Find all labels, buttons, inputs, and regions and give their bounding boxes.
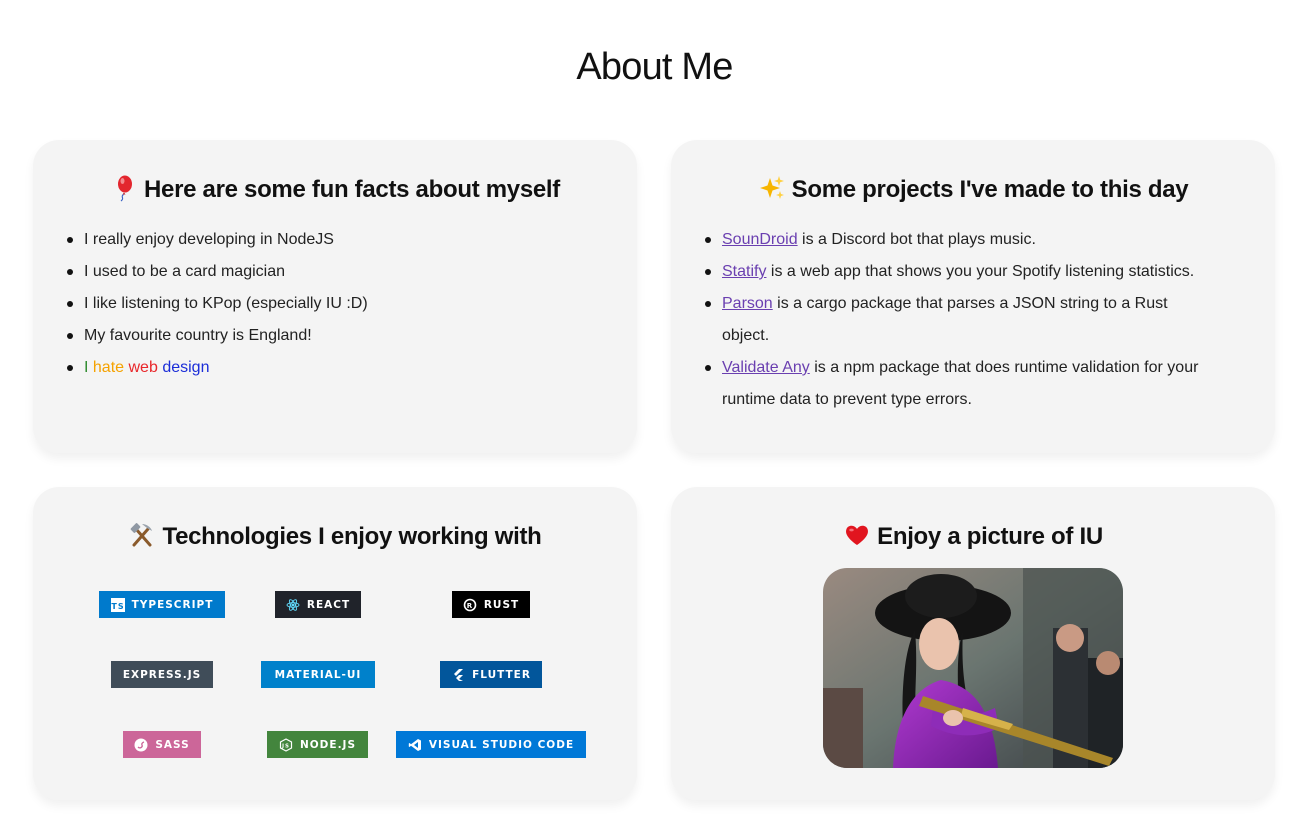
nodejs-icon: JS — [279, 737, 293, 752]
svg-text:JS: JS — [281, 743, 290, 749]
list-item: Statify is a web app that shows you your… — [705, 256, 1222, 288]
badge-label: FLUTTER — [472, 668, 531, 681]
rainbow-word: web — [128, 359, 158, 376]
svg-text:R: R — [467, 602, 473, 610]
projects-card: Some projects I've made to this day Soun… — [671, 140, 1275, 453]
badge-label: TYPESCRIPT — [131, 598, 214, 611]
badge-flutter: FLUTTER — [440, 661, 542, 688]
fun-facts-heading: Here are some fun facts about myself — [33, 174, 637, 204]
project-link-parson[interactable]: Parson — [722, 295, 773, 312]
rainbow-word: I — [84, 359, 89, 376]
badge-label: RUST — [483, 598, 520, 611]
hammer-and-pick-icon — [128, 521, 156, 549]
technologies-heading: Technologies I enjoy working with — [33, 521, 637, 551]
typescript-icon: TS — [110, 597, 125, 612]
project-description: is a web app that shows you your Spotify… — [766, 263, 1195, 280]
red-heart-icon — [843, 521, 871, 549]
picture-heading-text: Enjoy a picture of IU — [877, 523, 1103, 550]
react-icon — [286, 598, 300, 612]
list-item: SounDroid is a Discord bot that plays mu… — [705, 224, 1222, 256]
vscode-icon — [408, 738, 422, 752]
list-item: I like listening to KPop (especially IU … — [67, 288, 604, 320]
badge-label: NODE.JS — [299, 738, 357, 751]
fun-facts-heading-text: Here are some fun facts about myself — [143, 176, 560, 203]
projects-heading-text: Some projects I've made to this day — [791, 176, 1189, 203]
badge-material-ui: MATERIAL-UI — [261, 661, 375, 688]
iu-photo — [823, 568, 1123, 768]
page-title: About Me — [576, 46, 733, 88]
badge-label: MATERIAL-UI — [274, 668, 362, 681]
badge-typescript: TS TYPESCRIPT — [99, 591, 225, 618]
rainbow-word: design — [162, 359, 210, 376]
list-item: Parson is a cargo package that parses a … — [705, 288, 1222, 352]
badge-nodejs: JS NODE.JS — [267, 731, 368, 758]
technologies-card: Technologies I enjoy working with TS TYP… — [33, 487, 637, 800]
flutter-icon — [451, 668, 465, 682]
badge-expressjs: EXPRESS.JS — [111, 661, 213, 688]
rainbow-word: hate — [92, 359, 125, 376]
rust-icon: R — [463, 598, 477, 612]
list-item: Validate Any is a npm package that does … — [705, 352, 1222, 416]
projects-heading: Some projects I've made to this day — [671, 174, 1275, 204]
badge-label: REACT — [306, 598, 351, 611]
list-item: My favourite country is England! — [67, 320, 604, 352]
badge-label: EXPRESS.JS — [122, 668, 202, 681]
picture-heading: Enjoy a picture of IU — [671, 521, 1275, 551]
rainbow-list-item: I hate web design — [67, 352, 604, 384]
badge-label: VISUAL STUDIO CODE — [428, 738, 575, 751]
badge-sass: SASS — [123, 731, 201, 758]
project-link-statify[interactable]: Statify — [722, 263, 766, 280]
fun-facts-list: I really enjoy developing in NodeJS I us… — [67, 224, 604, 384]
project-link-soundroid[interactable]: SounDroid — [722, 231, 798, 248]
technologies-heading-text: Technologies I enjoy working with — [162, 523, 542, 550]
badge-react: REACT — [275, 591, 361, 618]
list-item: I used to be a card magician — [67, 256, 604, 288]
sass-icon — [134, 738, 148, 752]
badge-rust: R RUST — [452, 591, 530, 618]
picture-card: Enjoy a picture of IU — [671, 487, 1275, 800]
list-item: I really enjoy developing in NodeJS — [67, 224, 604, 256]
svg-text:TS: TS — [111, 602, 124, 611]
fun-facts-card: Here are some fun facts about myself I r… — [33, 140, 637, 453]
project-description: is a Discord bot that plays music. — [797, 231, 1036, 248]
balloon-icon — [110, 174, 138, 202]
badge-visual-studio-code: VISUAL STUDIO CODE — [396, 731, 586, 758]
project-link-validate-any[interactable]: Validate Any — [722, 359, 810, 376]
project-description: is a cargo package that parses a JSON st… — [722, 295, 1168, 344]
sparkles-icon — [758, 174, 786, 202]
projects-list: SounDroid is a Discord bot that plays mu… — [705, 224, 1222, 416]
badge-label: SASS — [155, 738, 190, 751]
